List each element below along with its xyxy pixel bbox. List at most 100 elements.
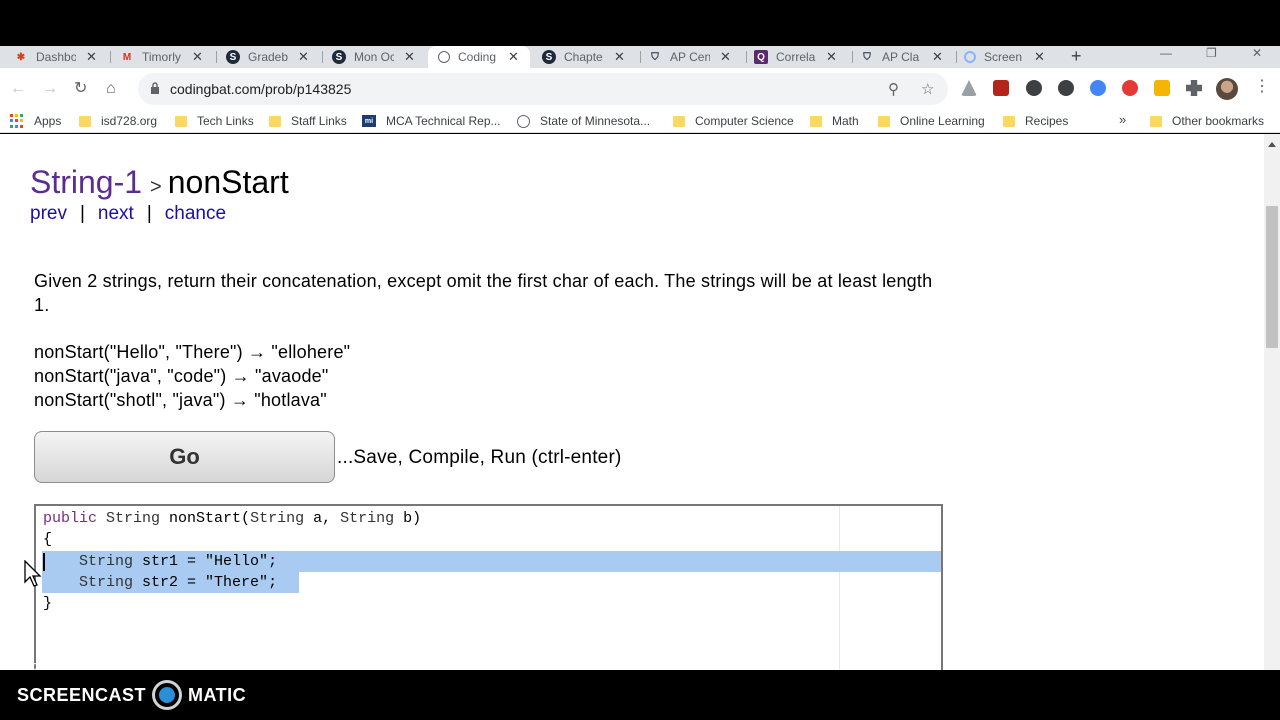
code-line-selected[interactable]: String str2 = "There"; <box>42 572 299 593</box>
bookmark-staff-links[interactable]: Staff Links <box>269 114 347 128</box>
tab-dashboard[interactable]: ✱ Dashbo ✕ <box>14 46 106 68</box>
prev-link[interactable]: prev <box>30 203 67 224</box>
example-line: nonStart("Hello", "There") → "ellohere" <box>34 342 351 362</box>
extensions-puzzle-icon[interactable] <box>1186 80 1202 96</box>
minimize-icon[interactable]: — <box>1160 46 1172 60</box>
tab-gmail[interactable]: M Timorly ✕ <box>120 46 210 68</box>
bookmark-recipes[interactable]: Recipes <box>1003 114 1068 128</box>
example-line: nonStart("java", "code") → "avaode" <box>34 366 329 386</box>
code-editor[interactable]: public String nonStart(String a, String … <box>34 504 943 670</box>
tab-divider <box>322 51 323 63</box>
pdf-extension-icon[interactable] <box>993 80 1009 96</box>
folder-icon <box>269 115 281 127</box>
tab-gradebook[interactable]: S Gradeb ✕ <box>226 46 316 68</box>
problem-description: Given 2 strings, return their concatenat… <box>34 271 933 315</box>
code-line[interactable]: public String nonStart(String a, String … <box>43 508 421 529</box>
shield-icon: ⛉ <box>863 51 871 63</box>
address-bar[interactable]: codingbat.com/prob/p143825 ⚲ ☆ <box>138 73 948 105</box>
canvas-icon: ✱ <box>16 51 26 63</box>
bookmark-tech-links[interactable]: Tech Links <box>175 114 254 128</box>
breadcrumb-separator: > <box>150 176 162 198</box>
bookmark-apps[interactable]: Apps <box>10 114 61 128</box>
bookmark-online-learning[interactable]: Online Learning <box>878 114 985 128</box>
close-tab-icon[interactable]: ✕ <box>932 49 943 65</box>
code-line[interactable]: { <box>43 529 52 550</box>
close-tab-icon[interactable]: ✕ <box>720 49 731 65</box>
close-tab-icon[interactable]: ✕ <box>298 49 309 65</box>
schoology-icon: S <box>332 50 346 64</box>
close-tab-icon[interactable]: ✕ <box>1034 49 1045 65</box>
home-icon[interactable]: ⌂ <box>106 80 116 98</box>
bookmarks-overflow-icon[interactable]: » <box>1119 112 1126 127</box>
close-tab-icon[interactable]: ✕ <box>86 49 97 65</box>
tab-chapter[interactable]: S Chapte ✕ <box>542 46 634 68</box>
google-extension-icon[interactable] <box>1090 80 1106 96</box>
close-tab-icon[interactable]: ✕ <box>404 49 415 65</box>
bookmarks-bar: Apps isd728.org Tech Links Staff Links m… <box>0 110 1280 133</box>
go-hint: ...Save, Compile, Run (ctrl-enter) <box>337 447 622 468</box>
bookmark-computer-science[interactable]: Computer Science <box>673 114 794 128</box>
example-line: nonStart("shotl", "java") → "hotlava" <box>34 390 327 410</box>
tab-divider <box>110 51 111 63</box>
category-link[interactable]: String-1 <box>30 164 142 200</box>
zoom-icon[interactable]: ⚲ <box>888 80 899 98</box>
shield-icon: ⛉ <box>651 51 659 63</box>
hand-extension-icon[interactable] <box>1154 80 1170 96</box>
close-tab-icon[interactable]: ✕ <box>614 49 625 65</box>
globe-icon <box>517 114 530 128</box>
profile-avatar[interactable] <box>1216 78 1238 100</box>
print-margin <box>839 506 840 670</box>
page-scrollbar[interactable] <box>1264 134 1280 670</box>
close-tab-icon[interactable]: ✕ <box>508 49 519 65</box>
record-extension-icon[interactable] <box>1122 80 1138 96</box>
folder-icon <box>810 115 822 127</box>
reload-icon[interactable]: ↻ <box>74 80 87 98</box>
examples-list: nonStart("Hello", "There") → "ellohere" … <box>34 340 350 412</box>
recorded-with-label: RECORDED WITH <box>17 662 107 673</box>
more-menu-icon[interactable]: ⋮ <box>1254 78 1270 96</box>
drive-extension-icon[interactable] <box>961 80 977 96</box>
tab-screencast[interactable]: Screen ✕ <box>964 46 1056 68</box>
tab-divider <box>746 51 747 63</box>
problem-nav: prev | next | chance <box>30 203 226 225</box>
shield-extension-icon[interactable] <box>1058 80 1074 96</box>
screen: ✱ Dashbo ✕ M Timorly ✕ S Gradeb ✕ S Mon … <box>0 0 1280 720</box>
tab-divider <box>956 51 957 63</box>
close-window-icon[interactable]: ✕ <box>1252 46 1262 60</box>
tab-codingbat[interactable]: Coding ✕ <box>428 46 530 68</box>
lock-icon <box>151 82 159 94</box>
close-tab-icon[interactable]: ✕ <box>826 49 837 65</box>
code-line-selected[interactable]: String str1 = "Hello"; <box>42 551 941 572</box>
folder-icon <box>673 115 685 127</box>
scroll-up-icon[interactable] <box>1268 142 1276 147</box>
scrollbar-thumb[interactable] <box>1266 206 1278 348</box>
shield-extension-icon[interactable] <box>1026 80 1042 96</box>
gmail-icon: M <box>122 51 132 63</box>
new-tab-icon[interactable]: + <box>1071 46 1082 66</box>
tab-divider <box>852 51 853 63</box>
url-text: codingbat.com/prob/p143825 <box>170 81 352 97</box>
text-caret <box>43 553 45 571</box>
tab-correlation[interactable]: Q Correla ✕ <box>754 46 846 68</box>
logo-ring-icon <box>152 680 183 710</box>
go-button[interactable]: Go <box>34 431 335 483</box>
chance-link[interactable]: chance <box>165 203 226 224</box>
bookmark-math[interactable]: Math <box>810 114 859 128</box>
code-line[interactable]: } <box>43 593 52 614</box>
folder-icon <box>878 115 890 127</box>
bookmark-mca-technical[interactable]: mi MCA Technical Rep... <box>362 114 501 128</box>
back-icon[interactable]: ← <box>10 80 26 98</box>
bookmark-star-icon[interactable]: ☆ <box>921 80 934 98</box>
maximize-icon[interactable]: ❐ <box>1206 46 1217 60</box>
tab-ap-central[interactable]: ⛉ AP Cen ✕ <box>648 46 740 68</box>
bookmark-state-of-minnesota[interactable]: State of Minnesota... <box>517 114 650 128</box>
close-tab-icon[interactable]: ✕ <box>192 49 203 65</box>
mouse-cursor-icon <box>24 560 42 587</box>
bookmark-other-bookmarks[interactable]: Other bookmarks <box>1150 114 1264 128</box>
forward-icon[interactable]: → <box>42 80 58 98</box>
tab-ap-classroom[interactable]: ⛉ AP Cla ✕ <box>860 46 950 68</box>
tab-mon-oct[interactable]: S Mon Oc ✕ <box>332 46 422 68</box>
bookmark-isd728[interactable]: isd728.org <box>79 114 157 128</box>
screencast-icon <box>964 51 976 63</box>
next-link[interactable]: next <box>98 203 134 224</box>
